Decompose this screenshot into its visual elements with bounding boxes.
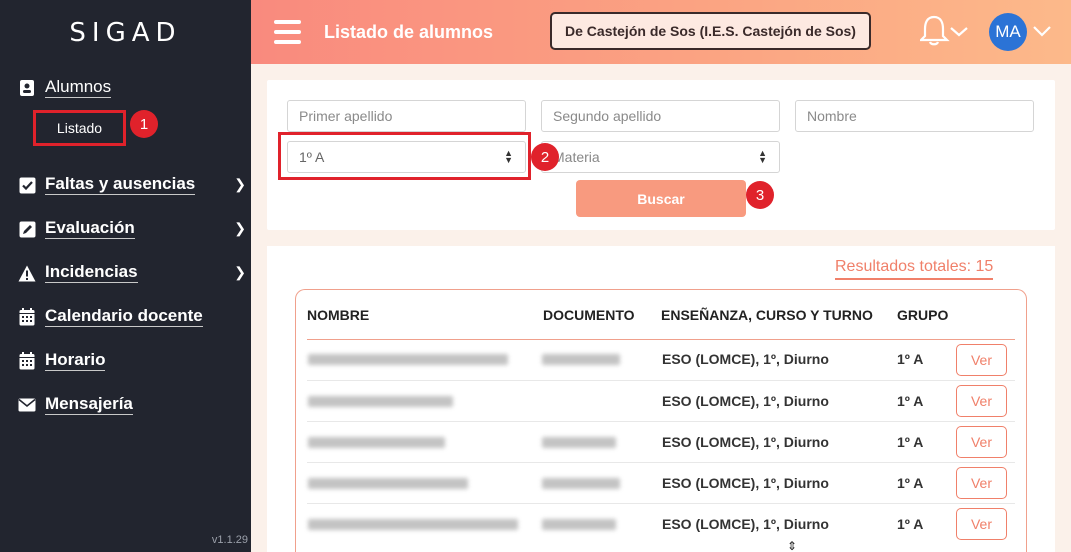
envelope-icon: [18, 396, 36, 414]
column-header-documento: DOCUMENTO: [543, 307, 635, 323]
chevron-right-icon: ❯: [234, 220, 246, 236]
redacted-document: [542, 519, 616, 530]
column-header-nombre: NOMBRE: [307, 307, 370, 323]
sidebar-item-incidencias[interactable]: Incidencias ❯: [18, 261, 250, 285]
row-ensenanza: ESO (LOMCE), 1º, Diurno: [662, 393, 829, 409]
sidebar-item-label: Horario: [45, 350, 106, 371]
row-grupo: 1º A: [897, 516, 924, 532]
sidebar: SIGAD Alumnos Listado Faltas y ausencias…: [0, 0, 251, 552]
row-ensenanza: ESO (LOMCE), 1º, Diurno: [662, 351, 829, 367]
row-grupo: 1º A: [897, 475, 924, 491]
nombre-field[interactable]: [795, 100, 1034, 132]
sidebar-item-evaluacion[interactable]: Evaluación ❯: [18, 217, 250, 241]
center-selector[interactable]: De Castejón de Sos (I.E.S. Castejón de S…: [550, 12, 871, 50]
row-grupo: 1º A: [897, 393, 924, 409]
primer-apellido-input[interactable]: [299, 108, 525, 124]
row-divider: [307, 380, 1015, 381]
column-header-ensenanza: ENSEÑANZA, CURSO Y TURNO: [661, 307, 873, 323]
table-header-divider: [307, 339, 1015, 340]
results-total: Resultados totales: 15: [835, 258, 994, 280]
annotation-marker-2: 2: [531, 143, 559, 171]
annotation-marker-3: 3: [746, 181, 774, 209]
menu-toggle-button[interactable]: [274, 20, 301, 44]
view-button[interactable]: Ver: [956, 344, 1007, 376]
sidebar-item-faltas[interactable]: Faltas y ausencias ❯: [18, 173, 250, 197]
sidebar-subitem-listado[interactable]: Listado: [33, 110, 126, 146]
checkbox-icon: [18, 176, 36, 194]
primer-apellido-field[interactable]: [287, 100, 526, 132]
sidebar-item-label: Faltas y ausencias: [45, 174, 196, 195]
redacted-document: [542, 478, 620, 489]
segundo-apellido-input[interactable]: [553, 108, 779, 124]
sidebar-item-label: Calendario docente: [45, 306, 203, 327]
calendar-icon: [18, 308, 36, 326]
edit-icon: [18, 220, 36, 238]
row-grupo: 1º A: [897, 434, 924, 450]
materia-select[interactable]: Materia ▲ ▼: [541, 141, 780, 173]
view-button[interactable]: Ver: [956, 508, 1007, 540]
view-button[interactable]: Ver: [956, 426, 1007, 458]
redacted-document: [542, 354, 620, 365]
row-ensenanza: ESO (LOMCE), 1º, Diurno: [662, 516, 829, 532]
page-title: Listado de alumnos: [324, 22, 494, 42]
redacted-name: [308, 354, 508, 365]
view-button[interactable]: Ver: [956, 385, 1007, 417]
nombre-input[interactable]: [807, 108, 1033, 124]
search-button[interactable]: Buscar: [576, 180, 746, 217]
sidebar-item-label: Evaluación: [45, 218, 135, 239]
sort-arrows-icon: ▲ ▼: [758, 148, 767, 165]
chevron-down-icon[interactable]: [1032, 24, 1052, 43]
redacted-name: [308, 519, 518, 530]
grupo-select-value: 1º A: [299, 149, 325, 165]
row-divider: [307, 421, 1015, 422]
redacted-name: [308, 437, 445, 448]
top-header: Listado de alumnos De Castejón de Sos (I…: [251, 0, 1071, 64]
sidebar-item-alumnos[interactable]: Alumnos: [18, 76, 250, 100]
chevron-right-icon: ❯: [234, 264, 246, 280]
sidebar-item-label: Incidencias: [45, 262, 138, 283]
row-ensenanza: ESO (LOMCE), 1º, Diurno: [662, 434, 829, 450]
row-divider: [307, 503, 1015, 504]
sidebar-item-mensajeria[interactable]: Mensajería: [18, 393, 250, 417]
grupo-select[interactable]: 1º A ▲ ▼: [287, 141, 526, 173]
row-ensenanza: ESO (LOMCE), 1º, Diurno: [662, 475, 829, 491]
mouse-cursor-icon: ⇕: [787, 539, 798, 552]
redacted-name: [308, 478, 468, 489]
student-card-icon: [18, 79, 36, 97]
sort-arrows-icon: ▲ ▼: [504, 148, 513, 165]
sidebar-item-horario[interactable]: Horario: [18, 349, 250, 373]
redacted-name: [308, 396, 453, 407]
notifications-button[interactable]: [918, 14, 970, 48]
calendar-icon: [18, 352, 36, 370]
view-button[interactable]: Ver: [956, 467, 1007, 499]
row-divider: [307, 462, 1015, 463]
annotation-marker-1: 1: [130, 110, 158, 138]
bell-icon: [918, 15, 968, 46]
warning-icon: [18, 264, 36, 282]
column-header-grupo: GRUPO: [897, 307, 949, 323]
sidebar-item-label: Alumnos: [45, 77, 112, 98]
segundo-apellido-field[interactable]: [541, 100, 780, 132]
sidebar-item-calendario[interactable]: Calendario docente: [18, 305, 250, 329]
row-grupo: 1º A: [897, 351, 924, 367]
app-version: v1.1.29: [211, 534, 248, 546]
app-brand: SIGAD: [69, 18, 182, 48]
chevron-right-icon: ❯: [234, 176, 246, 192]
avatar[interactable]: MA: [989, 13, 1027, 51]
sidebar-item-label: Mensajería: [45, 394, 133, 415]
redacted-document: [542, 437, 616, 448]
materia-select-placeholder: Materia: [553, 149, 600, 165]
